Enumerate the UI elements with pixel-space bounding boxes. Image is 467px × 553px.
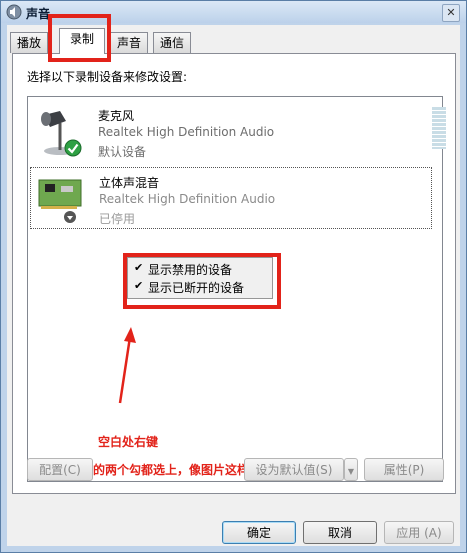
device-description: Realtek High Definition Audio [99, 192, 276, 206]
apply-button[interactable]: 应用 (A) [384, 521, 454, 544]
speaker-icon [6, 4, 22, 20]
close-button[interactable]: ✕ [442, 4, 460, 22]
device-name: 立体声混音 [99, 176, 160, 190]
annotation-arrow-icon [118, 327, 136, 404]
button-label: 配置(C) [39, 463, 81, 477]
window-title: 声音 [26, 7, 51, 21]
device-item-microphone[interactable]: 麦克风 Realtek High Definition Audio 默认设备 [30, 101, 446, 161]
dialog-client: 播放 录制 声音 通信 选择以下录制设备来修改设置: 麦克风 Realtek H… [7, 25, 460, 546]
set-default-button[interactable]: 设为默认值(S) [244, 458, 344, 481]
recording-device-list[interactable]: 麦克风 Realtek High Definition Audio 默认设备 立… [27, 96, 446, 482]
menu-item-label: 显示禁用的设备 [148, 263, 233, 277]
chevron-down-icon: ▼ [347, 467, 355, 476]
close-icon: ✕ [446, 6, 456, 19]
set-default-dropdown[interactable]: ▼ [344, 458, 358, 481]
menu-item-show-disabled[interactable]: ✔ 显示禁用的设备 [128, 260, 272, 278]
annotation-highlight-tab [48, 14, 111, 62]
menu-item-label: 显示已断开的设备 [148, 281, 245, 295]
disabled-arrow-icon [64, 211, 76, 223]
tab-label: 声音 [117, 36, 142, 50]
device-name: 麦克风 [98, 109, 135, 123]
sound-dialog: 声音 ✕ 播放 录制 声音 通信 选择以下录制设备来修改设置: 麦克风 Real… [0, 0, 467, 553]
default-check-icon [64, 139, 82, 157]
annotation-right-click: 空白处右键 [98, 435, 159, 449]
button-label: 应用 (A) [396, 526, 442, 540]
check-icon: ✔ [134, 261, 144, 274]
device-description: Realtek High Definition Audio [98, 125, 275, 139]
button-label: 取消 [327, 526, 352, 540]
cancel-button[interactable]: 取消 [303, 521, 377, 544]
recording-panel: 选择以下录制设备来修改设置: 麦克风 Realtek High Definiti… [12, 53, 456, 494]
device-status: 默认设备 [98, 145, 147, 159]
instructions-label: 选择以下录制设备来修改设置: [27, 70, 188, 84]
level-meter [432, 107, 446, 149]
tab-label: 通信 [160, 36, 185, 50]
button-label: 设为默认值(S) [255, 463, 333, 477]
device-status: 已停用 [99, 212, 136, 226]
sound-card-icon [38, 179, 82, 209]
tab-playback[interactable]: 播放 [10, 32, 49, 53]
button-label: 确定 [246, 526, 271, 540]
tab-label: 播放 [17, 36, 42, 50]
context-menu: ✔ 显示禁用的设备 ✔ 显示已断开的设备 [127, 257, 273, 299]
configure-button[interactable]: 配置(C) [27, 458, 93, 481]
ok-button[interactable]: 确定 [222, 521, 296, 544]
menu-item-show-disconnected[interactable]: ✔ 显示已断开的设备 [128, 278, 272, 296]
tab-communications[interactable]: 通信 [153, 32, 192, 53]
device-item-stereo-mix[interactable]: 立体声混音 Realtek High Definition Audio 已停用 [30, 167, 432, 229]
tab-sounds[interactable]: 声音 [110, 32, 149, 53]
button-label: 属性(P) [383, 463, 425, 477]
properties-button[interactable]: 属性(P) [364, 458, 444, 481]
check-icon: ✔ [134, 279, 144, 292]
